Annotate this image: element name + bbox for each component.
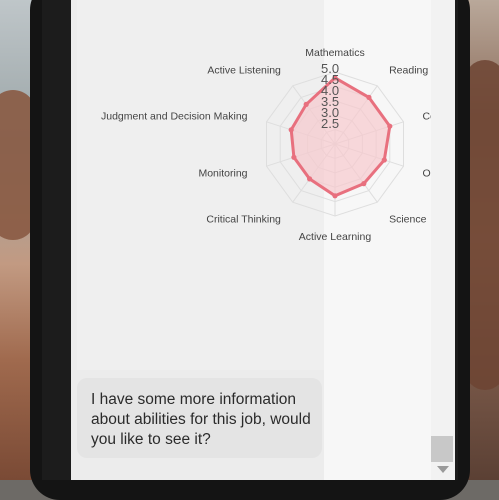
axis-label: Judgment and Decision Making — [101, 111, 248, 123]
radial-tick-label: 2.5 — [321, 116, 339, 131]
radar-point — [361, 181, 367, 187]
right-hand — [465, 60, 499, 390]
scrollbar[interactable] — [431, 0, 455, 480]
phone-screen: 5.0 4.5 4.0 3.5 3.0 2.5 Mathematics Reading Co O… — [71, 0, 455, 480]
axis-label: Active Learning — [299, 231, 372, 243]
radar-point — [387, 123, 393, 129]
scrollbar-thumb[interactable] — [431, 436, 453, 462]
radar-point — [381, 157, 387, 163]
axis-label: Monitoring — [198, 167, 247, 179]
radar-point — [332, 193, 338, 199]
radar-chart: 5.04.54.03.53.02.5 MathematicsReadingCoO… — [101, 47, 437, 243]
axis-label: Science — [389, 213, 427, 225]
axis-label: Reading — [389, 65, 428, 77]
chat-message-text: I have some more information about abili… — [91, 391, 311, 448]
chat-message-bubble: I have some more information about abili… — [77, 378, 322, 458]
radar-point — [288, 127, 294, 133]
radar-ticks: 5.04.54.03.53.02.5 — [321, 61, 339, 131]
radar-point — [291, 154, 297, 160]
axis-label: Mathematics — [305, 47, 365, 59]
radar-point — [303, 101, 309, 107]
axis-label: Critical Thinking — [206, 213, 281, 225]
axis-label: Active Listening — [207, 65, 281, 77]
radar-point — [366, 94, 372, 100]
scroll-down-arrow-icon[interactable] — [437, 466, 449, 473]
radar-point — [307, 176, 313, 182]
